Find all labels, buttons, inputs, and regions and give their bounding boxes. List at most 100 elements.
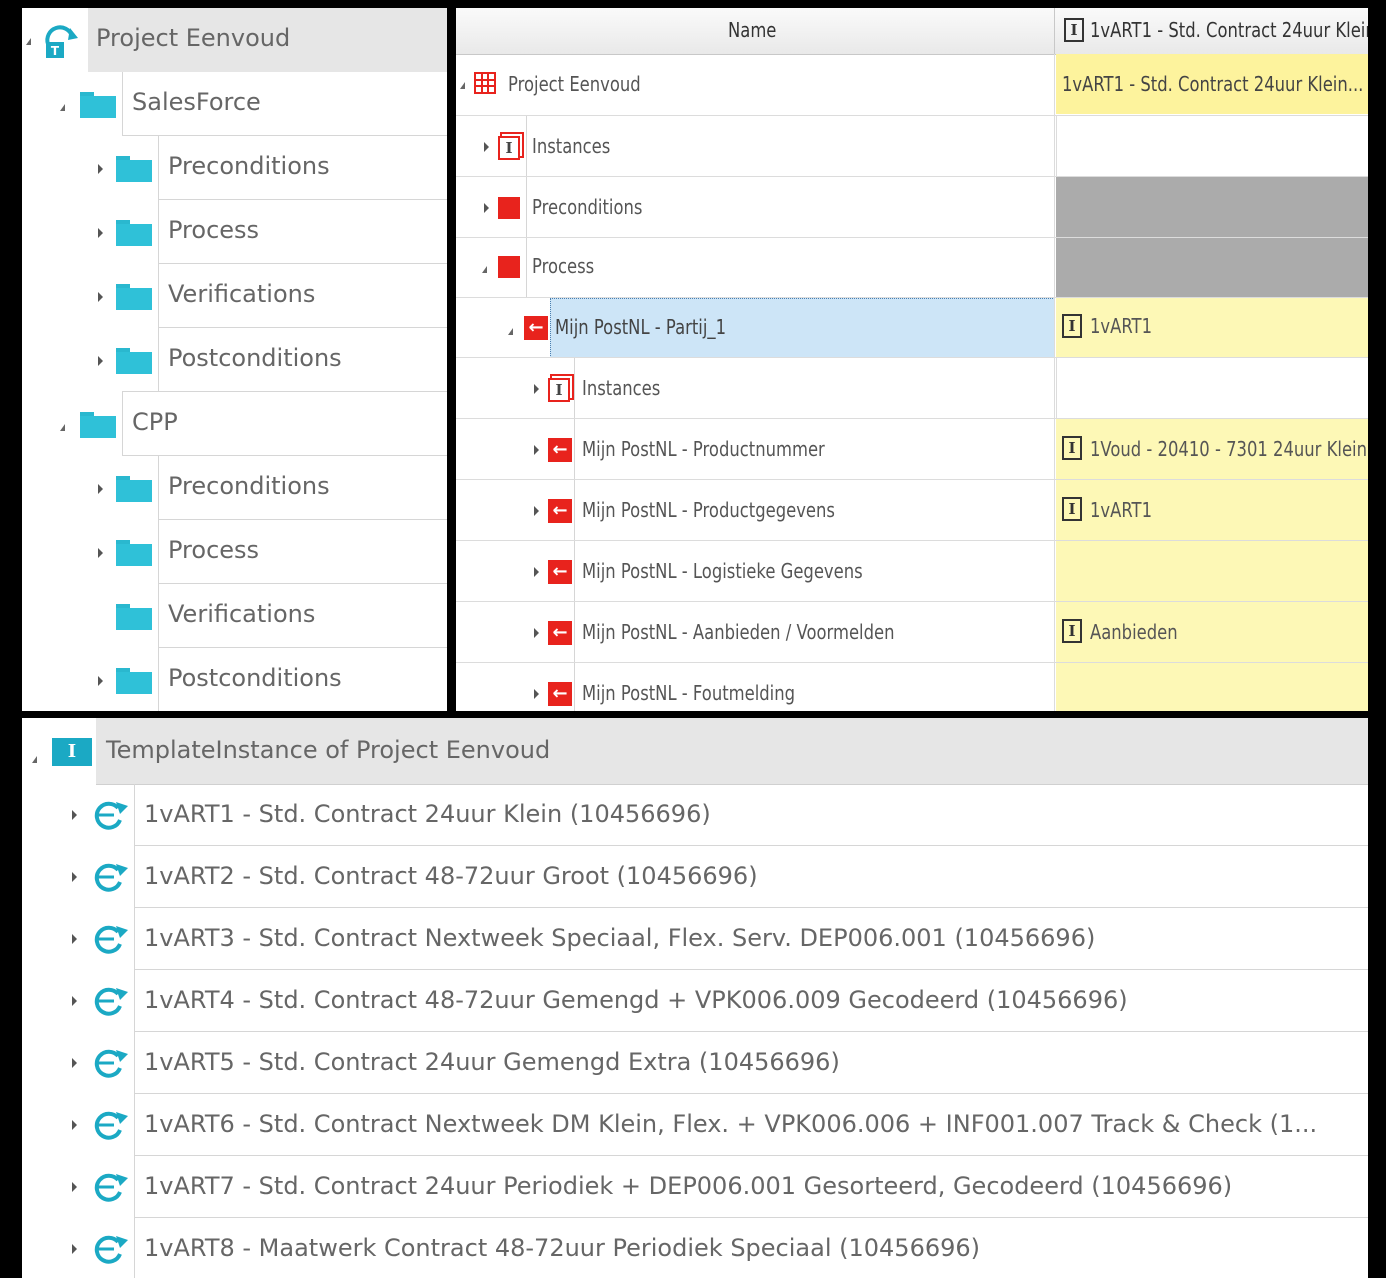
instance-item-row[interactable]: 1vART3 - Std. Contract Nextweek Speciaal… — [22, 908, 1368, 970]
value-cell[interactable] — [1056, 177, 1368, 238]
grid-row-partij[interactable]: ← Mijn PostNL - Partij_1 I 1vART1 — [456, 297, 1368, 358]
expand-arrow-icon[interactable] — [98, 292, 103, 302]
value-cell[interactable]: I 1vART1 — [1056, 480, 1368, 541]
row-name: Mijn PostNL - Productnummer — [582, 437, 825, 461]
grid-row-aanbieden[interactable]: ← Mijn PostNL - Aanbieden / Voormelden I… — [456, 601, 1368, 663]
expand-arrow-icon[interactable] — [98, 484, 103, 494]
left-tree-panel: T Project Eenvoud SalesForce Preconditio… — [22, 8, 447, 711]
instance-item-label: 1vART7 - Std. Contract 24uur Periodiek +… — [144, 1172, 1233, 1200]
expand-arrow-icon[interactable] — [484, 203, 489, 213]
tree-item-postconditions[interactable]: Postconditions — [22, 648, 447, 711]
tree-item-preconditions[interactable]: Preconditions — [22, 456, 447, 520]
tree-item-verifications[interactable]: Verifications — [22, 264, 447, 328]
value-cell[interactable] — [1056, 541, 1368, 602]
expand-arrow-icon[interactable] — [72, 1058, 77, 1068]
expand-arrow-icon[interactable] — [98, 548, 103, 558]
instance-item-row[interactable]: 1vART6 - Std. Contract Nextweek DM Klein… — [22, 1094, 1368, 1156]
collapse-arrow-icon[interactable] — [32, 756, 37, 763]
expand-arrow-icon[interactable] — [72, 996, 77, 1006]
collapse-arrow-icon[interactable] — [26, 38, 31, 45]
grid-row-preconditions[interactable]: Preconditions — [456, 176, 1368, 238]
expand-arrow-icon[interactable] — [72, 810, 77, 820]
row-value: Aanbieden — [1090, 620, 1178, 644]
expand-arrow-icon[interactable] — [534, 689, 539, 699]
expand-arrow-icon[interactable] — [484, 142, 489, 152]
expand-arrow-icon[interactable] — [534, 628, 539, 638]
instance-item-row[interactable]: 1vART8 - Maatwerk Contract 48-72uur Peri… — [22, 1218, 1368, 1278]
instance-sync-icon — [94, 1173, 128, 1202]
expand-arrow-icon[interactable] — [98, 356, 103, 366]
value-cell[interactable] — [1056, 663, 1368, 711]
expand-arrow-icon[interactable] — [72, 1120, 77, 1130]
expand-arrow-icon[interactable] — [72, 934, 77, 944]
expand-arrow-icon[interactable] — [534, 384, 539, 394]
column-header-value[interactable]: 1vART1 - Std. Contract 24uur Klein (... — [1090, 18, 1368, 42]
collapse-arrow-icon[interactable] — [60, 424, 65, 431]
grid-row-logistieke[interactable]: ← Mijn PostNL - Logistieke Gegevens — [456, 540, 1368, 602]
instance-sync-icon — [94, 987, 128, 1016]
value-cell[interactable] — [1056, 358, 1368, 419]
selected-cell[interactable]: Mijn PostNL - Partij_1 — [550, 298, 1055, 358]
tree-item-process[interactable]: Process — [22, 200, 447, 264]
tree-item-postconditions[interactable]: Postconditions — [22, 328, 447, 392]
tree-item-process[interactable]: Process — [22, 520, 447, 584]
grid-row-project[interactable]: Project Eenvoud 1vART1 - Std. Contract 2… — [456, 54, 1368, 115]
template-instance-panel: I TemplateInstance of Project Eenvoud 1v… — [22, 718, 1368, 1278]
expand-arrow-icon[interactable] — [72, 872, 77, 882]
row-name: Mijn PostNL - Logistieke Gegevens — [582, 559, 863, 583]
grid-row-foutmelding[interactable]: ← Mijn PostNL - Foutmelding — [456, 662, 1368, 711]
value-cell[interactable]: I 1Voud - 20410 - 7301 24uur Klein — [1056, 419, 1368, 480]
instance-item-row[interactable]: 1vART4 - Std. Contract 48-72uur Gemengd … — [22, 970, 1368, 1032]
collapse-arrow-icon[interactable] — [482, 266, 487, 273]
expand-arrow-icon[interactable] — [98, 676, 103, 686]
expand-arrow-icon[interactable] — [72, 1182, 77, 1192]
grid-row-productgegevens[interactable]: ← Mijn PostNL - Productgegevens I 1vART1 — [456, 479, 1368, 541]
instance-item-row[interactable]: 1vART2 - Std. Contract 48-72uur Groot (1… — [22, 846, 1368, 908]
value-cell[interactable]: I Aanbieden — [1056, 602, 1368, 663]
expand-arrow-icon[interactable] — [72, 1244, 77, 1254]
expand-arrow-icon[interactable] — [534, 445, 539, 455]
value-cell[interactable] — [1056, 116, 1368, 177]
row-name: Mijn PostNL - Aanbieden / Voormelden — [582, 620, 895, 644]
instance-sync-icon — [94, 1235, 128, 1264]
value-cell[interactable]: I 1vART1 — [1056, 298, 1368, 358]
collapse-arrow-icon[interactable] — [508, 328, 513, 335]
value-cell[interactable]: 1vART1 - Std. Contract 24uur Klein... — [1056, 54, 1368, 114]
item-label: Postconditions — [168, 344, 342, 372]
expand-arrow-icon[interactable] — [534, 567, 539, 577]
folder-icon — [116, 540, 152, 566]
instance-item-label: 1vART8 - Maatwerk Contract 48-72uur Peri… — [144, 1234, 981, 1262]
tree-root-label: Project Eenvoud — [96, 24, 291, 52]
expand-arrow-icon[interactable] — [98, 164, 103, 174]
folder-icon — [116, 284, 152, 310]
group-label: SalesForce — [132, 88, 261, 116]
instance-item-row[interactable]: 1vART1 - Std. Contract 24uur Klein (1045… — [22, 784, 1368, 846]
tree-item-verifications[interactable]: Verifications — [22, 584, 447, 648]
tree-item-preconditions[interactable]: Preconditions — [22, 136, 447, 200]
expand-arrow-icon[interactable] — [534, 506, 539, 516]
back-arrow-icon: ← — [548, 499, 572, 523]
instance-sync-icon — [94, 925, 128, 954]
row-name: Process — [532, 254, 595, 278]
grid-row-instances[interactable]: I Instances — [456, 115, 1368, 177]
column-header-name[interactable]: Name — [728, 18, 776, 42]
instance-item-row[interactable]: 1vART5 - Std. Contract 24uur Gemengd Ext… — [22, 1032, 1368, 1094]
collapse-arrow-icon[interactable] — [460, 82, 465, 89]
instance-sync-icon — [94, 1049, 128, 1078]
collapse-arrow-icon[interactable] — [60, 104, 65, 111]
row-name: Mijn PostNL - Partij_1 — [555, 315, 727, 339]
tree-root-row[interactable]: T Project Eenvoud — [22, 8, 447, 72]
row-name: Mijn PostNL - Foutmelding — [582, 681, 796, 705]
instance-item-row[interactable]: 1vART7 - Std. Contract 24uur Periodiek +… — [22, 1156, 1368, 1218]
row-value: 1vART1 - Std. Contract 24uur Klein... — [1062, 72, 1364, 96]
tree-group-cpp[interactable]: CPP — [22, 392, 447, 456]
grid-row-process[interactable]: Process — [456, 237, 1368, 298]
grid-row-instances[interactable]: I Instances — [456, 357, 1368, 419]
instance-item-label: 1vART5 - Std. Contract 24uur Gemengd Ext… — [144, 1048, 840, 1076]
instance-root-row[interactable]: I TemplateInstance of Project Eenvoud — [22, 718, 1368, 785]
value-cell[interactable] — [1056, 238, 1368, 298]
expand-arrow-icon[interactable] — [98, 228, 103, 238]
template-instance-icon: I — [52, 738, 92, 766]
tree-group-salesforce[interactable]: SalesForce — [22, 72, 447, 136]
grid-row-productnummer[interactable]: ← Mijn PostNL - Productnummer I 1Voud - … — [456, 418, 1368, 480]
